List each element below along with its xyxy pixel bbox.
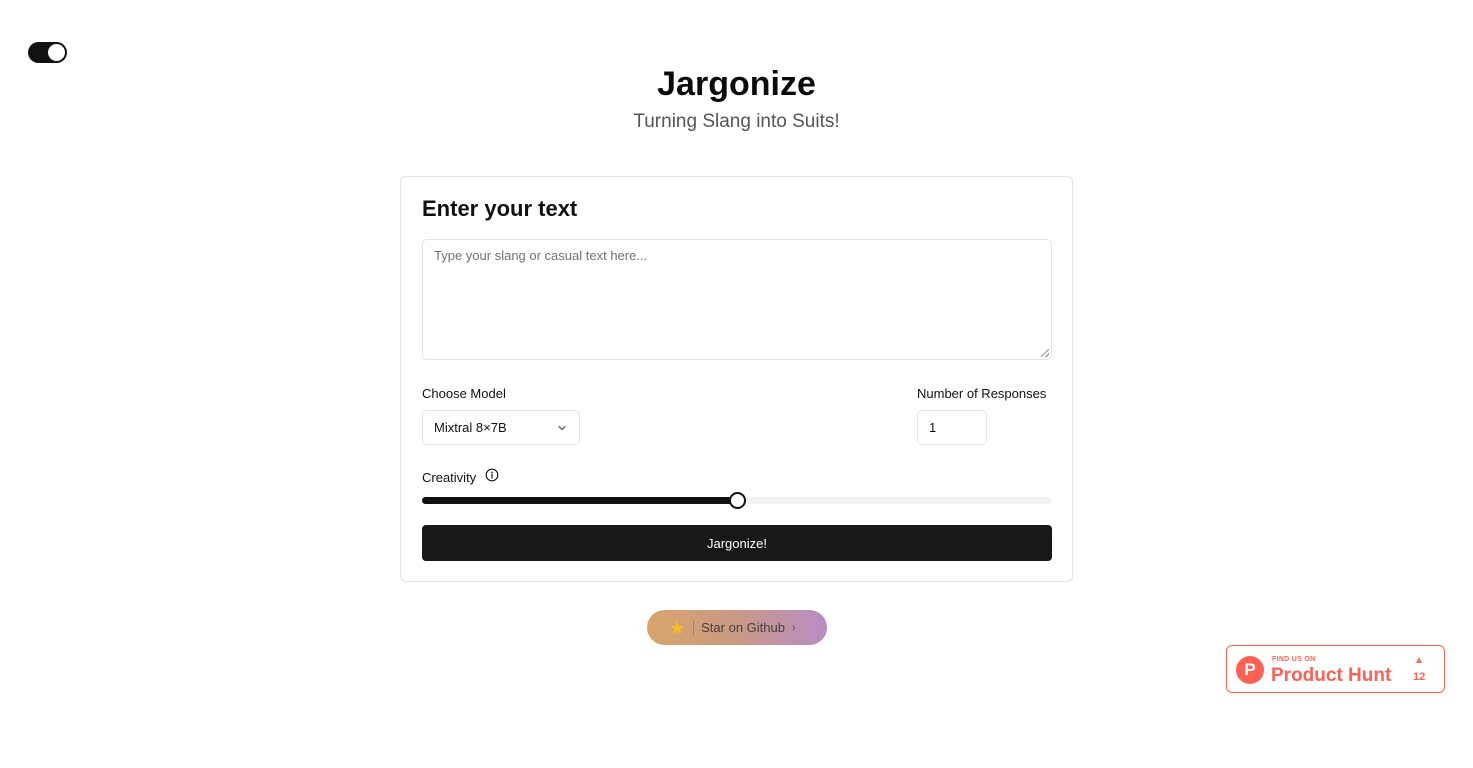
upvote-arrow-icon: ▲	[1414, 655, 1424, 666]
model-select[interactable]: Mixtral 8×7B	[422, 410, 580, 445]
slang-text-input[interactable]	[422, 239, 1052, 360]
form-heading: Enter your text	[422, 196, 578, 221]
page-subtitle: Turning Slang into Suits!	[633, 111, 840, 132]
chevron-down-icon	[558, 425, 566, 430]
model-select-value: Mixtral 8×7B	[434, 420, 507, 435]
creativity-label: Creativity	[422, 470, 477, 485]
responses-label: Number of Responses	[917, 386, 1047, 401]
toggle-knob	[48, 44, 65, 61]
creativity-slider-fill	[422, 497, 737, 504]
theme-toggle[interactable]	[28, 42, 67, 63]
star-on-github-button[interactable]: ★ Star on Github ›	[647, 610, 827, 645]
info-icon[interactable]	[485, 468, 499, 482]
jargonize-button[interactable]: Jargonize!	[422, 525, 1052, 561]
github-button-label: Star on Github	[701, 620, 785, 635]
jargonize-form-card: Enter your text Choose Model Mixtral 8×7…	[400, 176, 1073, 582]
divider	[693, 619, 695, 636]
page-header: Jargonize Turning Slang into Suits!	[0, 62, 1473, 135]
creativity-slider[interactable]	[422, 492, 1052, 509]
upvote-count: 12	[1413, 671, 1426, 683]
product-hunt-name: Product Hunt	[1271, 665, 1392, 686]
product-hunt-badge[interactable]: P FIND US ON Product Hunt ▲ 12	[1226, 645, 1445, 693]
chevron-right-icon: ›	[791, 621, 796, 634]
model-label: Choose Model	[422, 386, 506, 401]
star-icon: ★	[669, 617, 686, 638]
product-hunt-tagline: FIND US ON	[1272, 656, 1316, 663]
responses-number-input[interactable]	[917, 410, 987, 445]
product-hunt-logo-icon: P	[1236, 656, 1264, 684]
page-title: Jargonize	[657, 65, 816, 103]
creativity-slider-thumb[interactable]	[729, 492, 746, 509]
